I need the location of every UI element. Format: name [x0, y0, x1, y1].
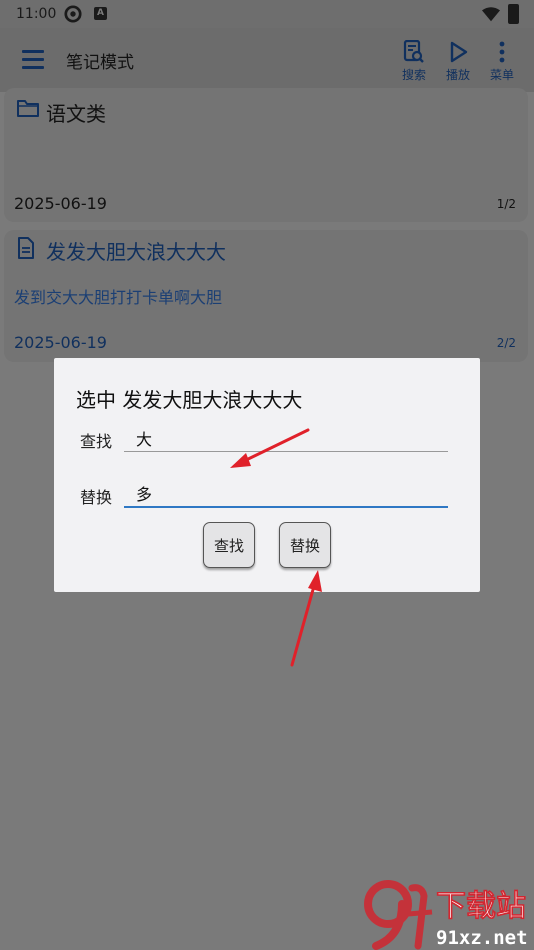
annotation-arrows [230, 428, 322, 667]
watermark-title: 下载站 [436, 889, 526, 924]
arrow-to-find-field [230, 428, 310, 468]
arrow-to-replace-button [290, 570, 322, 667]
watermark-logo: 下载站 91xz.net [364, 880, 528, 950]
watermark-domain: 91xz.net [436, 927, 528, 949]
